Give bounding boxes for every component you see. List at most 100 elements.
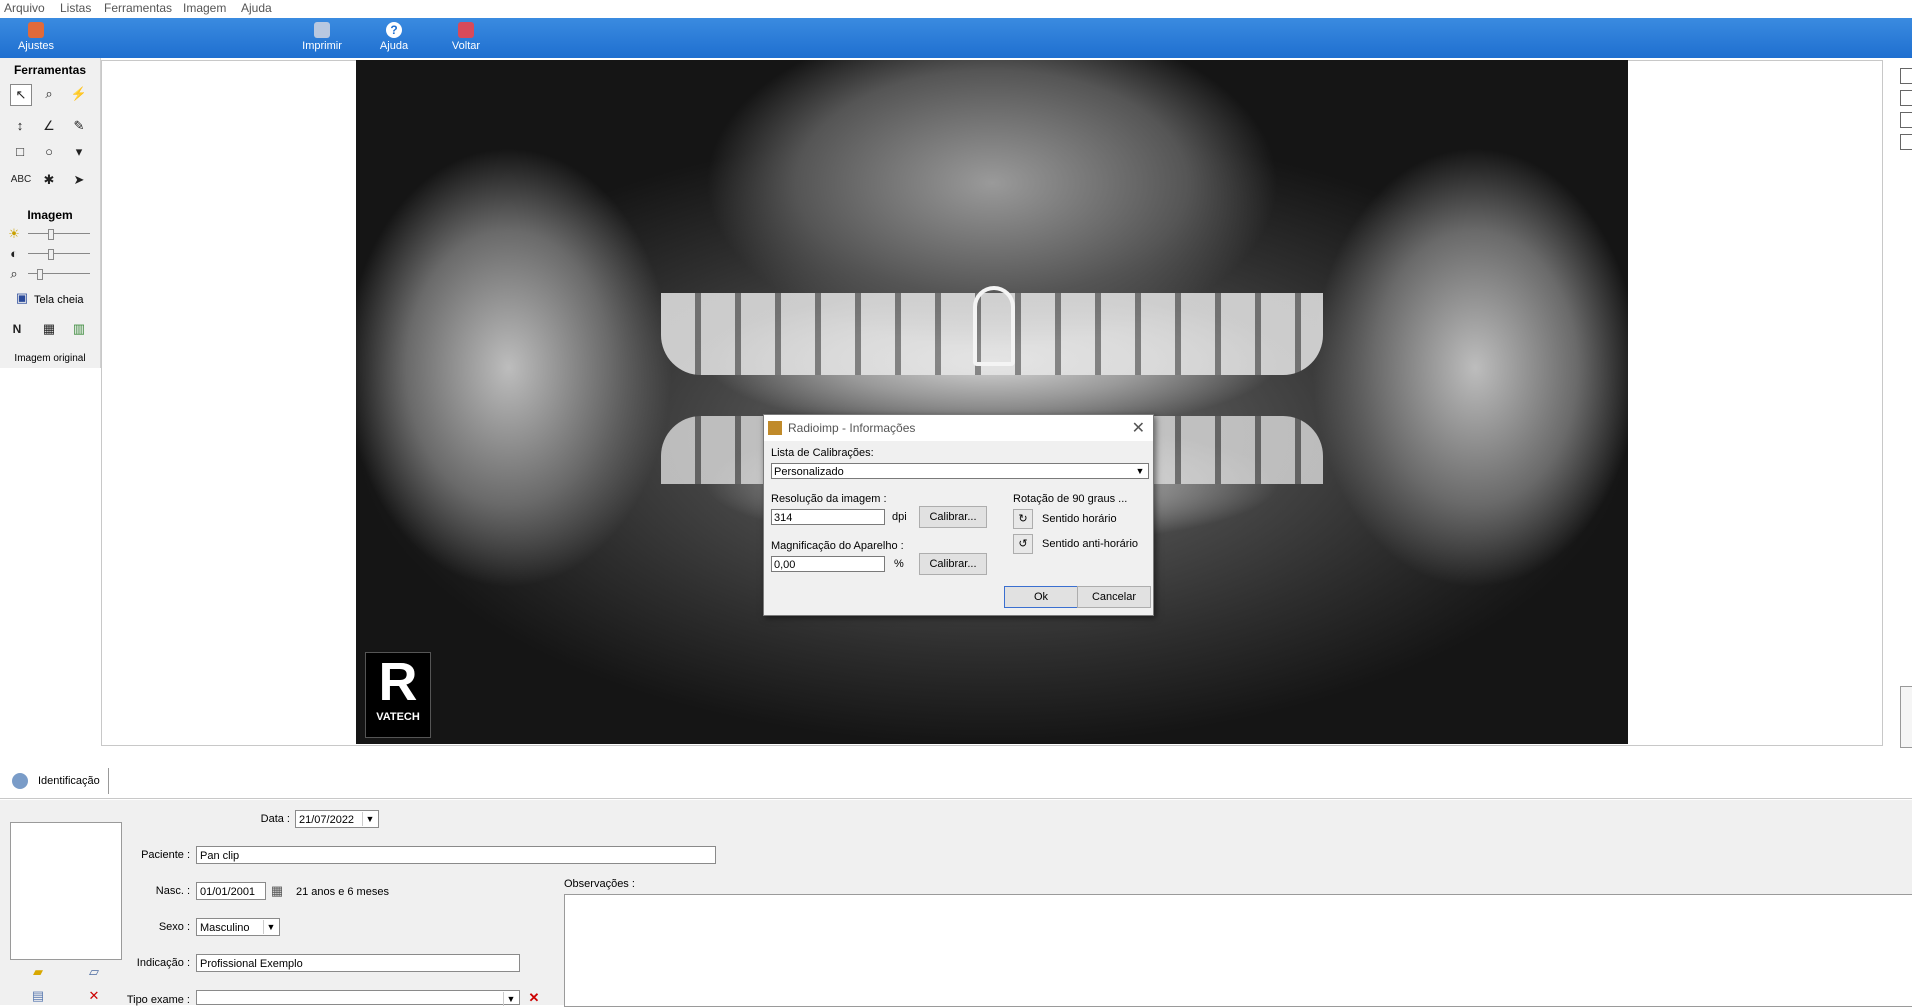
rotacao-label: Rotação de 90 graus ... — [1013, 493, 1128, 505]
rotate-counterclockwise-icon[interactable]: ↺ — [1013, 534, 1033, 554]
logo-brand: VATECH — [376, 711, 420, 723]
grid-filter-icon[interactable]: ▦ — [39, 319, 59, 339]
select-arrow-icon[interactable]: ➤ — [69, 170, 89, 190]
tipo-exame-label: Tipo exame : — [126, 994, 190, 1006]
sentido-anti-label[interactable]: Sentido anti-horário — [1042, 538, 1138, 550]
paste-icon[interactable]: ▤ — [30, 988, 46, 1004]
tipo-exame-select[interactable]: ▼ — [196, 990, 520, 1006]
dialog-titlebar: Radioimp - Informações ✕ — [764, 415, 1153, 441]
side-icon-3[interactable] — [1900, 112, 1912, 128]
implant-tool-icon[interactable]: ▾ — [69, 142, 89, 162]
brightness-slider[interactable] — [28, 229, 90, 240]
calibracoes-select[interactable]: Personalizado ▼ — [771, 463, 1149, 479]
text-tool-icon[interactable]: ABC — [8, 170, 34, 190]
chevron-down-icon[interactable]: ▼ — [503, 992, 518, 1006]
voltar-label: Voltar — [451, 40, 481, 52]
close-icon[interactable]: ✕ — [1132, 418, 1145, 438]
logo-letter: R — [378, 652, 418, 712]
idade-text: 21 anos e 6 meses — [296, 886, 389, 898]
chevron-down-icon[interactable]: ▼ — [362, 812, 377, 826]
ferramentas-title: Ferramentas — [13, 63, 87, 77]
observacoes-textarea[interactable] — [564, 894, 1912, 1007]
zoom-tool-icon[interactable]: ⌕ — [39, 84, 59, 104]
lista-label: Lista de Calibrações: — [771, 447, 874, 459]
clear-tipo-icon[interactable]: ✕ — [526, 990, 542, 1006]
menu-imagem[interactable]: Imagem — [183, 1, 226, 15]
calibrar-magnificacao-button[interactable]: Calibrar... — [919, 553, 987, 575]
menu-arquivo[interactable]: Arquivo — [4, 1, 45, 15]
data-value: 21/07/2022 — [299, 814, 355, 826]
tab-identificacao-label: Identificação — [38, 775, 100, 787]
calibrar-resolucao-button[interactable]: Calibrar... — [919, 506, 987, 528]
indicacao-label: Indicação : — [136, 957, 190, 969]
menu-bar: Arquivo Listas Ferramentas Imagem Ajuda — [0, 0, 1912, 18]
normal-filter-icon[interactable]: N — [7, 319, 27, 339]
bottom-tab-bar: Identificação — [0, 764, 1912, 799]
side-icon-2[interactable] — [1900, 90, 1912, 106]
dialog-title: Radioimp - Informações — [788, 421, 916, 435]
side-zoom-control[interactable] — [1900, 686, 1912, 748]
asterisk-tool-icon[interactable]: ✱ — [39, 170, 59, 190]
contrast-knob[interactable] — [48, 249, 54, 260]
rotate-clockwise-icon[interactable]: ↻ — [1013, 509, 1033, 529]
dpi-unit: dpi — [892, 511, 907, 523]
indicacao-field[interactable]: Profissional Exemplo — [196, 954, 520, 972]
back-icon — [458, 22, 474, 38]
scanner-icon[interactable]: ▱ — [86, 964, 102, 980]
paciente-label: Paciente : — [141, 849, 190, 861]
lightning-tool-icon[interactable]: ⚡ — [69, 84, 89, 104]
resolucao-input[interactable]: 314 — [771, 509, 885, 525]
side-icon-1[interactable] — [1900, 68, 1912, 84]
ajuda-button[interactable]: ? Ajuda — [364, 20, 424, 56]
imprimir-button[interactable]: Imprimir — [292, 20, 352, 56]
sexo-label: Sexo : — [158, 921, 190, 933]
imagem-original-link[interactable]: Imagem original — [0, 353, 100, 364]
cancelar-button[interactable]: Cancelar — [1077, 586, 1151, 608]
zoom-image-icon: ⌕ — [10, 266, 18, 281]
pointer-tool-icon[interactable]: ↖ — [10, 84, 32, 106]
menu-ferramentas[interactable]: Ferramentas — [104, 1, 172, 15]
color-filter-icon[interactable]: ▥ — [69, 319, 89, 339]
contrast-slider[interactable] — [28, 249, 90, 260]
magnificacao-input[interactable]: 0,00 — [771, 556, 885, 572]
nasc-field[interactable]: 01/01/2001 — [196, 882, 266, 900]
delete-icon[interactable]: ✕ — [86, 988, 102, 1004]
rectangle-tool-icon[interactable]: □ — [10, 142, 30, 162]
ellipse-tool-icon[interactable]: ○ — [39, 142, 59, 162]
data-field[interactable]: 21/07/2022 ▼ — [295, 810, 379, 828]
draw-tool-icon[interactable]: ✎ — [69, 116, 89, 136]
side-icon-4[interactable] — [1900, 134, 1912, 150]
angle-tool-icon[interactable]: ∠ — [39, 116, 59, 136]
zoom-slider[interactable] — [28, 269, 90, 280]
paper-clip — [972, 285, 1015, 366]
magnificacao-label: Magnificação do Aparelho : — [771, 540, 904, 552]
ajuda-label: Ajuda — [379, 40, 409, 52]
measure-tool-icon[interactable]: ↕ — [10, 116, 30, 136]
patient-photo[interactable] — [10, 822, 122, 960]
panoramic-xray-image[interactable]: R VATECH — [356, 60, 1628, 744]
tools-panel: Ferramentas ↖ ⌕ ⚡ ↕ ∠ ✎ □ ○ ▾ ABC ✱ ➤ Im… — [0, 58, 101, 368]
resolucao-label: Resolução da imagem : — [771, 493, 887, 505]
voltar-button[interactable]: Voltar — [436, 20, 496, 56]
calibracoes-value: Personalizado — [774, 466, 844, 478]
fullscreen-icon[interactable]: ▣ — [12, 288, 32, 308]
sentido-horario-label[interactable]: Sentido horário — [1042, 513, 1117, 525]
ajustes-button[interactable]: Ajustes — [6, 20, 66, 56]
brightness-knob[interactable] — [48, 229, 54, 240]
menu-listas[interactable]: Listas — [60, 1, 91, 15]
ok-button[interactable]: Ok — [1004, 586, 1078, 608]
calendar-icon[interactable]: ▦ — [269, 883, 285, 899]
user-icon — [12, 773, 28, 789]
chevron-down-icon[interactable]: ▼ — [1133, 464, 1147, 478]
folder-icon[interactable]: ▰ — [30, 964, 46, 980]
paciente-field[interactable]: Pan clip — [196, 846, 716, 864]
menu-ajuda[interactable]: Ajuda — [241, 1, 272, 15]
tela-cheia-label[interactable]: Tela cheia — [34, 294, 84, 306]
tab-identificacao[interactable]: Identificação — [8, 768, 109, 794]
sexo-select[interactable]: Masculino ▼ — [196, 918, 280, 936]
toolbar: Ajustes Imprimir ? Ajuda Voltar — [0, 18, 1912, 58]
percent-unit: % — [894, 558, 904, 570]
zoom-knob[interactable] — [37, 269, 43, 280]
app-icon — [768, 421, 782, 435]
chevron-down-icon[interactable]: ▼ — [263, 920, 278, 934]
